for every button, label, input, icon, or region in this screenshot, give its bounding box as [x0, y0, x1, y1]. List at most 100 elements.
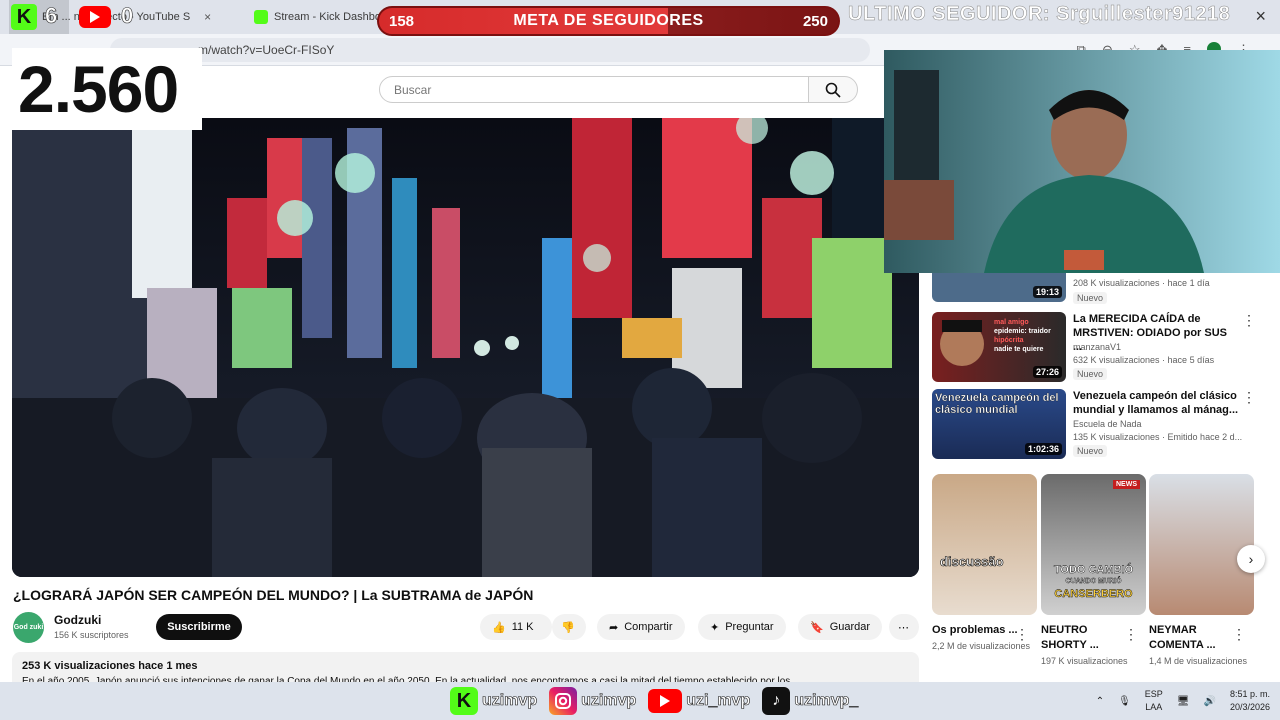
- clock-time: 8:51 p. m.: [1229, 689, 1270, 699]
- share-button[interactable]: ➦ Compartir: [597, 614, 685, 640]
- recommendation-channel[interactable]: manzanaV1: [1073, 342, 1121, 352]
- tab-close-icon[interactable]: ×: [204, 10, 211, 24]
- more-vertical-icon[interactable]: ⋮: [1242, 389, 1256, 406]
- like-button[interactable]: 👍 11 K: [480, 614, 552, 640]
- view-count: 253 K visualizaciones: [22, 660, 136, 672]
- shorts-next-button[interactable]: ›: [1237, 545, 1265, 573]
- bookmark-icon: 🔖: [810, 621, 824, 634]
- new-badge: Nuevo: [1073, 368, 1108, 380]
- save-button[interactable]: 🔖 Guardar: [798, 614, 883, 640]
- thumbnail-caption: Venezuela campeón del clásico mundial: [935, 392, 1059, 416]
- upload-age: hace 1 mes: [138, 660, 198, 672]
- kick-favicon-icon: [254, 10, 268, 24]
- short-item[interactable]: discussão Os problemas ... 2,2 M de visu…: [932, 474, 1037, 653]
- short-item[interactable]: NEYMAR COMENTA ... 1,4 M de visualizacio…: [1149, 474, 1254, 668]
- recommendation-stats: 208 K visualizaciones · hace 1 día: [1073, 278, 1210, 288]
- tab-kick-dashboard[interactable]: Stream - Kick Dashbo: [254, 6, 381, 28]
- more-actions-button[interactable]: ⋯: [889, 614, 919, 640]
- ask-button[interactable]: ✦ Preguntar: [698, 614, 786, 640]
- video-player[interactable]: [12, 118, 919, 577]
- viewer-counters: K 6 0: [9, 0, 134, 34]
- new-badge: Nuevo: [1073, 445, 1108, 457]
- short-thumbnail: NEWS TODO CAMBIÓ CUANDO MURIÓ CANSERBERO: [1041, 474, 1146, 615]
- short-thumbnail: [1149, 474, 1254, 615]
- more-vertical-icon[interactable]: ⋮: [1015, 626, 1029, 643]
- video-duration: 27:26: [1032, 366, 1062, 378]
- recommendation-title[interactable]: Venezuela campeón del clásico mundial y …: [1073, 389, 1239, 417]
- more-vertical-icon[interactable]: ⋮: [1124, 626, 1138, 643]
- chevron-right-icon: ›: [1248, 551, 1254, 567]
- instagram-logo-icon: [549, 687, 578, 715]
- webcam-feed: [884, 50, 1280, 273]
- tab-kick-label: Stream - Kick Dashbo: [274, 11, 381, 23]
- url-field[interactable]: m/watch?v=UoeCr-FISoY: [110, 38, 870, 62]
- social-handles-overlay: K uzimvp uzimvp uzi_mvp ♪ uzimvp_: [450, 684, 866, 718]
- short-caption: TODO CAMBIÓ CUANDO MURIÓ CANSERBERO: [1053, 564, 1134, 600]
- goal-target: 250: [802, 12, 828, 30]
- clock[interactable]: 8:51 p. m. 20/3/2026: [1230, 688, 1270, 714]
- dislike-button[interactable]: 👎: [552, 614, 586, 640]
- network-icon[interactable]: 🖥: [1177, 696, 1190, 707]
- like-count: 11 K: [511, 621, 534, 633]
- recommendation-thumbnail: mal amigo epidemic: traidor hipócrita na…: [932, 312, 1066, 382]
- language-indicator[interactable]: ESP LAA: [1145, 688, 1163, 714]
- microphone-icon[interactable]: 🎙: [1118, 696, 1131, 707]
- recommendation-stats: 632 K visualizaciones · hace 5 días: [1073, 355, 1215, 365]
- more-horizontal-icon: ⋯: [898, 621, 909, 634]
- recommendation-item[interactable]: mal amigo epidemic: traidor hipócrita na…: [932, 312, 1272, 382]
- recommendation-thumbnail: Venezuela campeón del clásico mundial 1:…: [932, 389, 1066, 459]
- language-code: ESP: [1144, 689, 1163, 699]
- chevron-up-icon[interactable]: ⌃: [1096, 696, 1104, 707]
- search-input[interactable]: Buscar: [379, 76, 809, 103]
- short-title[interactable]: NEYMAR COMENTA ...: [1149, 623, 1239, 653]
- video-frame-tokyo-street: [12, 118, 919, 577]
- thumbs-up-icon: 👍: [492, 621, 506, 634]
- subscribe-button[interactable]: Suscribirme: [156, 614, 242, 640]
- short-title[interactable]: NEUTRO SHORTY ...: [1041, 623, 1131, 653]
- short-views: 197 K visualizaciones: [1041, 656, 1128, 666]
- recommendation-item[interactable]: 19:13 208 K visualizaciones · hace 1 día…: [932, 232, 1272, 304]
- follower-count: 2.560: [12, 48, 202, 130]
- short-item[interactable]: NEWS TODO CAMBIÓ CUANDO MURIÓ CANSERBERO…: [1041, 474, 1146, 668]
- ask-label: Preguntar: [725, 621, 774, 633]
- language-region: LAA: [1145, 702, 1163, 712]
- share-label: Compartir: [624, 621, 673, 633]
- new-badge: Nuevo: [1073, 292, 1108, 304]
- search-icon: [825, 82, 841, 98]
- system-tray: ⌃ 🎙 ESP LAA 🖥 🔊 8:51 p. m. 20/3/2026: [1096, 682, 1270, 720]
- youtube-logo-icon: [648, 689, 683, 713]
- save-label: Guardar: [829, 621, 871, 633]
- share-icon: ➦: [609, 621, 619, 634]
- clock-date: 20/3/2026: [1229, 702, 1270, 712]
- instagram-handle: uzimvp: [581, 692, 637, 710]
- short-views: 1,4 M de visualizaciones: [1149, 656, 1248, 666]
- news-badge: NEWS: [1113, 480, 1140, 489]
- sparkle-icon: ✦: [710, 621, 720, 634]
- channel-subscribers: 156 K suscriptores: [54, 630, 129, 640]
- more-vertical-icon[interactable]: ⋮: [1242, 312, 1256, 329]
- short-caption: discussão: [940, 554, 1004, 570]
- youtube-logo-icon: [79, 6, 111, 28]
- short-title[interactable]: Os problemas ...: [932, 623, 1022, 638]
- tiktok-handle: uzimvp_: [794, 692, 859, 710]
- youtube-handle: uzi_mvp: [686, 692, 751, 710]
- channel-name[interactable]: Godzuki: [54, 613, 101, 627]
- stream-screen: Em ... n cl ... ecto - YouTube S × Strea…: [0, 0, 1280, 720]
- thumbnail-caption: mal amigo epidemic: traidor hipócrita na…: [994, 319, 1051, 353]
- kick-logo-icon: K: [11, 4, 37, 30]
- search-button[interactable]: [808, 76, 858, 103]
- more-vertical-icon[interactable]: ⋮: [1232, 626, 1246, 643]
- description-meta: 253 K visualizaciones hace 1 mes: [22, 660, 909, 672]
- kick-viewer-count: 6: [45, 3, 58, 29]
- kick-logo-icon: K: [450, 687, 478, 715]
- webcam-overlay: [884, 50, 1280, 273]
- thumbs-down-icon: 👎: [561, 621, 575, 634]
- channel-avatar[interactable]: God zuki: [13, 612, 44, 643]
- window-close-icon[interactable]: ×: [1255, 6, 1266, 27]
- volume-icon[interactable]: 🔊: [1204, 696, 1216, 707]
- recommendation-channel[interactable]: Escuela de Nada: [1073, 419, 1142, 429]
- video-duration: 19:13: [1032, 286, 1062, 298]
- kick-handle: uzimvp: [482, 692, 538, 710]
- recommendation-item[interactable]: Venezuela campeón del clásico mundial 1:…: [932, 389, 1272, 459]
- video-duration: 1:02:36: [1024, 443, 1062, 455]
